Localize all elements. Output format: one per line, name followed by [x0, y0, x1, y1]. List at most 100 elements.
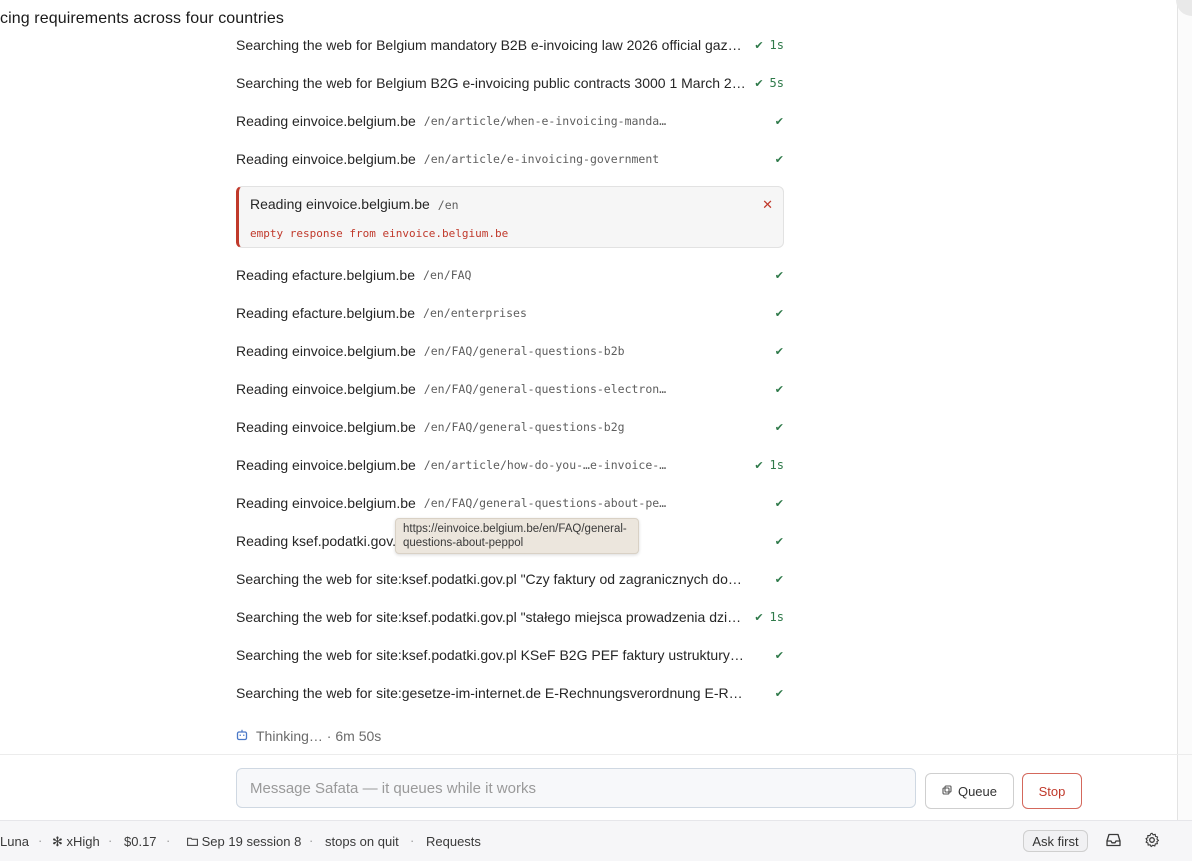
- entry-label: Reading einvoice.belgium.be: [250, 196, 430, 212]
- entry-label: Searching the web for site:ksef.podatki.…: [236, 571, 746, 587]
- quit-behavior[interactable]: stops on quit: [325, 834, 399, 849]
- cost-display: $0.17: [124, 834, 157, 849]
- status-bar: Luna · ✻ xHigh · $0.17 · Sep 19 session …: [0, 820, 1192, 861]
- entry-label: Reading einvoice.belgium.be: [236, 419, 416, 435]
- asterisk-icon: ✻: [52, 834, 63, 849]
- entry-path[interactable]: /en/FAQ/general-questions-electroni…: [424, 382, 668, 396]
- entry-label: Reading einvoice.belgium.be: [236, 381, 416, 397]
- read-entry[interactable]: Reading einvoice.belgium.be/en/article/e…: [236, 140, 784, 178]
- entry-label: Reading einvoice.belgium.be: [236, 343, 416, 359]
- read-entry[interactable]: Reading einvoice.belgium.be/en/article/h…: [236, 446, 784, 484]
- check-icon: ✔: [754, 77, 764, 90]
- entry-status: ✔: [775, 484, 784, 522]
- check-icon: ✔: [754, 39, 764, 52]
- check-icon: ✔: [774, 649, 784, 662]
- entry-path[interactable]: /en/enterprises: [423, 306, 527, 320]
- entry-path[interactable]: /en/FAQ: [423, 268, 471, 282]
- read-entry[interactable]: Reading einvoice.belgium.be/en/article/w…: [236, 102, 784, 140]
- entry-label: Reading efacture.belgium.be: [236, 267, 416, 283]
- model-selector[interactable]: Luna: [0, 834, 29, 849]
- entry-status: ✔ 1s: [754, 598, 784, 636]
- separator-dot: ·: [410, 833, 415, 848]
- search-entry[interactable]: Searching the web for site:ksef.podatki.…: [236, 560, 784, 598]
- entry-label: Reading einvoice.belgium.be: [236, 113, 416, 129]
- entry-status: ✔: [775, 560, 784, 598]
- gear-icon[interactable]: [1144, 832, 1160, 851]
- entry-label: Searching the web for site:gesetze-im-in…: [236, 685, 746, 701]
- separator-dot: ·: [309, 833, 314, 848]
- composer-divider: [0, 754, 1192, 755]
- inbox-icon[interactable]: [1105, 832, 1122, 851]
- queue-button[interactable]: Queue: [925, 773, 1014, 809]
- entry-path[interactable]: /en/FAQ/general-questions-about-pep…: [424, 496, 668, 510]
- effort-selector[interactable]: ✻ xHigh: [52, 834, 100, 850]
- entry-duration: 1s: [769, 38, 784, 52]
- entry-status: ✔: [775, 256, 784, 294]
- effort-label: xHigh: [66, 834, 100, 849]
- entry-status: ✔: [775, 332, 784, 370]
- separator-dot: ·: [38, 833, 43, 848]
- error-message: empty response from einvoice.belgium.be: [250, 227, 509, 240]
- check-icon: ✔: [774, 421, 784, 434]
- session-selector[interactable]: Sep 19 session 8: [187, 834, 301, 849]
- check-icon: ✔: [754, 611, 764, 624]
- check-icon: ✔: [774, 153, 784, 166]
- entry-label: Searching the web for site:ksef.podatki.…: [236, 609, 746, 625]
- window-edge: [1177, 0, 1192, 860]
- queue-icon: [942, 784, 952, 798]
- search-entry[interactable]: Searching the web for Belgium B2G e-invo…: [236, 64, 784, 102]
- entry-status: ✔: [775, 408, 784, 446]
- permission-button[interactable]: Ask first: [1023, 830, 1088, 852]
- entry-status: ✔: [775, 674, 784, 712]
- queue-label: Queue: [957, 783, 998, 799]
- session-label: Sep 19 session 8: [201, 834, 302, 849]
- entry-duration: 1s: [769, 458, 784, 472]
- entry-status: ✔ 1s: [754, 26, 784, 64]
- error-entry[interactable]: Reading einvoice.belgium.be/en ✕ empty res…: [236, 186, 784, 248]
- entry-path[interactable]: /en/FAQ/general-questions-b2b: [424, 344, 625, 358]
- read-entry[interactable]: Reading efacture.belgium.be/en/enterpris…: [236, 294, 784, 332]
- url-tooltip: https://einvoice.belgium.be/en/FAQ/gener…: [395, 518, 639, 554]
- entry-status: ✔: [775, 636, 784, 674]
- read-entry[interactable]: Reading einvoice.belgium.be/en/FAQ/gener…: [236, 332, 784, 370]
- message-input[interactable]: [236, 768, 916, 808]
- read-entry[interactable]: Reading einvoice.belgium.be/en/FAQ/gener…: [236, 484, 784, 522]
- entry-label: Searching the web for site:ksef.podatki.…: [236, 647, 746, 663]
- entry-label: Reading ksef.podatki.gov.p: [236, 533, 404, 549]
- check-icon: ✔: [774, 497, 784, 510]
- requests-link[interactable]: Requests: [426, 834, 481, 849]
- entry-label: Searching the web for Belgium mandatory …: [236, 37, 746, 53]
- error-entry-header: Reading einvoice.belgium.be/en: [250, 196, 459, 212]
- check-icon: ✔: [774, 345, 784, 358]
- check-icon: ✔: [774, 573, 784, 586]
- separator-dot: ·: [108, 833, 113, 848]
- entry-label: Searching the web for Belgium B2G e-invo…: [236, 75, 746, 91]
- entry-path[interactable]: /en/article/how-do-you-…e-invoice-a…: [424, 458, 668, 472]
- read-entry[interactable]: Reading einvoice.belgium.be/en/FAQ/gener…: [236, 370, 784, 408]
- entry-status: ✔ 5s: [754, 64, 784, 102]
- search-entry[interactable]: Searching the web for site:gesetze-im-in…: [236, 674, 784, 712]
- read-entry[interactable]: Reading einvoice.belgium.be/en/FAQ/gener…: [236, 408, 784, 446]
- entry-label: Reading efacture.belgium.be: [236, 305, 416, 321]
- stop-button[interactable]: Stop: [1022, 773, 1082, 809]
- check-icon: ✔: [774, 269, 784, 282]
- entry-status: ✔: [775, 102, 784, 140]
- thinking-text: Thinking… · 6m 50s: [256, 728, 382, 744]
- entry-path[interactable]: /en/article/e-invoicing-government: [424, 152, 659, 166]
- entry-duration: 5s: [769, 76, 784, 90]
- entry-status: ✔: [775, 522, 784, 560]
- entry-label: Reading einvoice.belgium.be: [236, 495, 416, 511]
- entry-duration: 1s: [769, 610, 784, 624]
- entry-label: Reading einvoice.belgium.be: [236, 151, 416, 167]
- entry-path[interactable]: /en/FAQ/general-questions-b2g: [424, 420, 625, 434]
- check-icon: ✔: [774, 383, 784, 396]
- entry-status: ✔ 1s: [754, 446, 784, 484]
- entry-status: ✔: [775, 140, 784, 178]
- search-entry[interactable]: Searching the web for Belgium mandatory …: [236, 26, 784, 64]
- thinking-status: Thinking… · 6m 50s: [236, 728, 381, 744]
- read-entry[interactable]: Reading efacture.belgium.be/en/FAQ ✔: [236, 256, 784, 294]
- search-entry[interactable]: Searching the web for site:ksef.podatki.…: [236, 636, 784, 674]
- robot-icon: [236, 729, 248, 744]
- entry-path[interactable]: /en/article/when-e-invoicing-mandat…: [424, 114, 668, 128]
- search-entry[interactable]: Searching the web for site:ksef.podatki.…: [236, 598, 784, 636]
